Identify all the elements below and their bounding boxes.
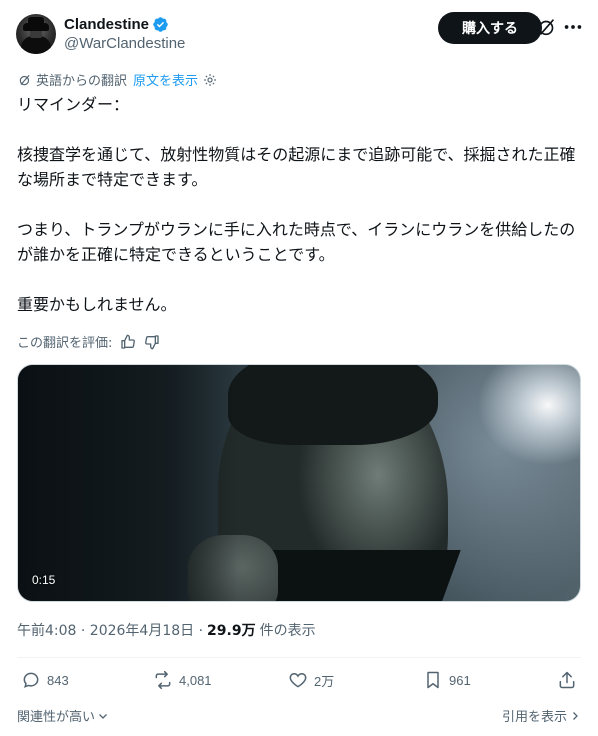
- verified-badge-icon: [153, 17, 168, 32]
- quotes-label: 引用を表示: [501, 710, 567, 725]
- view-quotes-link[interactable]: 引用を表示: [502, 706, 581, 725]
- reply-button[interactable]: 843: [21, 670, 69, 690]
- gear-icon[interactable]: [203, 73, 217, 87]
- divider: [17, 657, 581, 658]
- tweet-paragraph: つまり、トランプがウランに手に入れた時点で、イランにウランを供給したのが誰かを正…: [17, 220, 576, 264]
- relevance-label: 関連性が高い: [17, 710, 96, 725]
- timestamp[interactable]: 午前4:08 · 2026年4月18日 ·: [17, 620, 203, 640]
- show-original-link[interactable]: 原文を表示: [133, 70, 198, 89]
- thumbs-up-icon[interactable]: [120, 334, 136, 350]
- repost-count: 4,081: [179, 672, 212, 688]
- video-duration: 0:15: [32, 573, 56, 587]
- heart-icon: [289, 672, 307, 688]
- thumbs-down-icon[interactable]: [144, 334, 160, 350]
- rate-translation: この翻訳を評価:: [17, 332, 160, 351]
- grok-icon[interactable]: [536, 16, 558, 38]
- video-player[interactable]: 0:15: [17, 364, 581, 602]
- chevron-down-icon: [99, 713, 107, 719]
- bookmark-button[interactable]: 961: [423, 670, 471, 690]
- like-count: 2万: [314, 673, 335, 689]
- repost-button[interactable]: 4,081: [153, 670, 212, 690]
- translation-bar: 英語からの翻訳 原文を表示: [18, 70, 217, 89]
- views-count: 29.9万: [207, 623, 256, 639]
- avatar[interactable]: [16, 14, 56, 54]
- tweet-paragraph: 重要かもしれません。: [17, 295, 177, 314]
- translation-label: 英語からの翻訳: [36, 74, 128, 89]
- share-button[interactable]: [557, 670, 577, 690]
- reply-footer: 関連性が高い 引用を表示: [17, 706, 581, 725]
- views-label: 件の表示: [259, 623, 316, 639]
- sort-relevance-dropdown[interactable]: 関連性が高い: [17, 706, 109, 725]
- share-icon: [559, 671, 575, 689]
- like-button[interactable]: 2万: [288, 670, 334, 690]
- chevron-right-icon: [573, 711, 578, 720]
- tweet-header: Clandestine @WarClandestine 購入する: [16, 12, 584, 56]
- bookmark-icon: [427, 671, 439, 689]
- more-dots-icon[interactable]: [562, 16, 584, 38]
- repost-icon: [155, 670, 171, 690]
- reply-icon: [23, 672, 39, 688]
- reply-count: 843: [47, 672, 69, 688]
- author-info: Clandestine @WarClandestine: [64, 16, 185, 52]
- tweet-meta: 午前4:08 · 2026年4月18日 · 29.9万 件の表示: [17, 620, 316, 640]
- display-name[interactable]: Clandestine: [64, 16, 149, 33]
- action-bar: 843 4,081 2万 961: [17, 670, 581, 696]
- bookmark-count: 961: [449, 672, 471, 688]
- tweet-paragraph: 核捜査学を通じて、放射性物質はその起源にまで追跡可能で、採掘された正確な場所まで…: [17, 145, 576, 189]
- rate-translation-label: この翻訳を評価:: [17, 336, 113, 351]
- handle[interactable]: @WarClandestine: [64, 35, 185, 52]
- tweet-text: リマインダー： 核捜査学を通じて、放射性物質はその起源にまで追跡可能で、採掘され…: [17, 92, 583, 317]
- buy-button[interactable]: 購入する: [438, 12, 542, 44]
- grok-translate-icon: [19, 74, 30, 85]
- tweet-paragraph: リマインダー：: [17, 95, 130, 114]
